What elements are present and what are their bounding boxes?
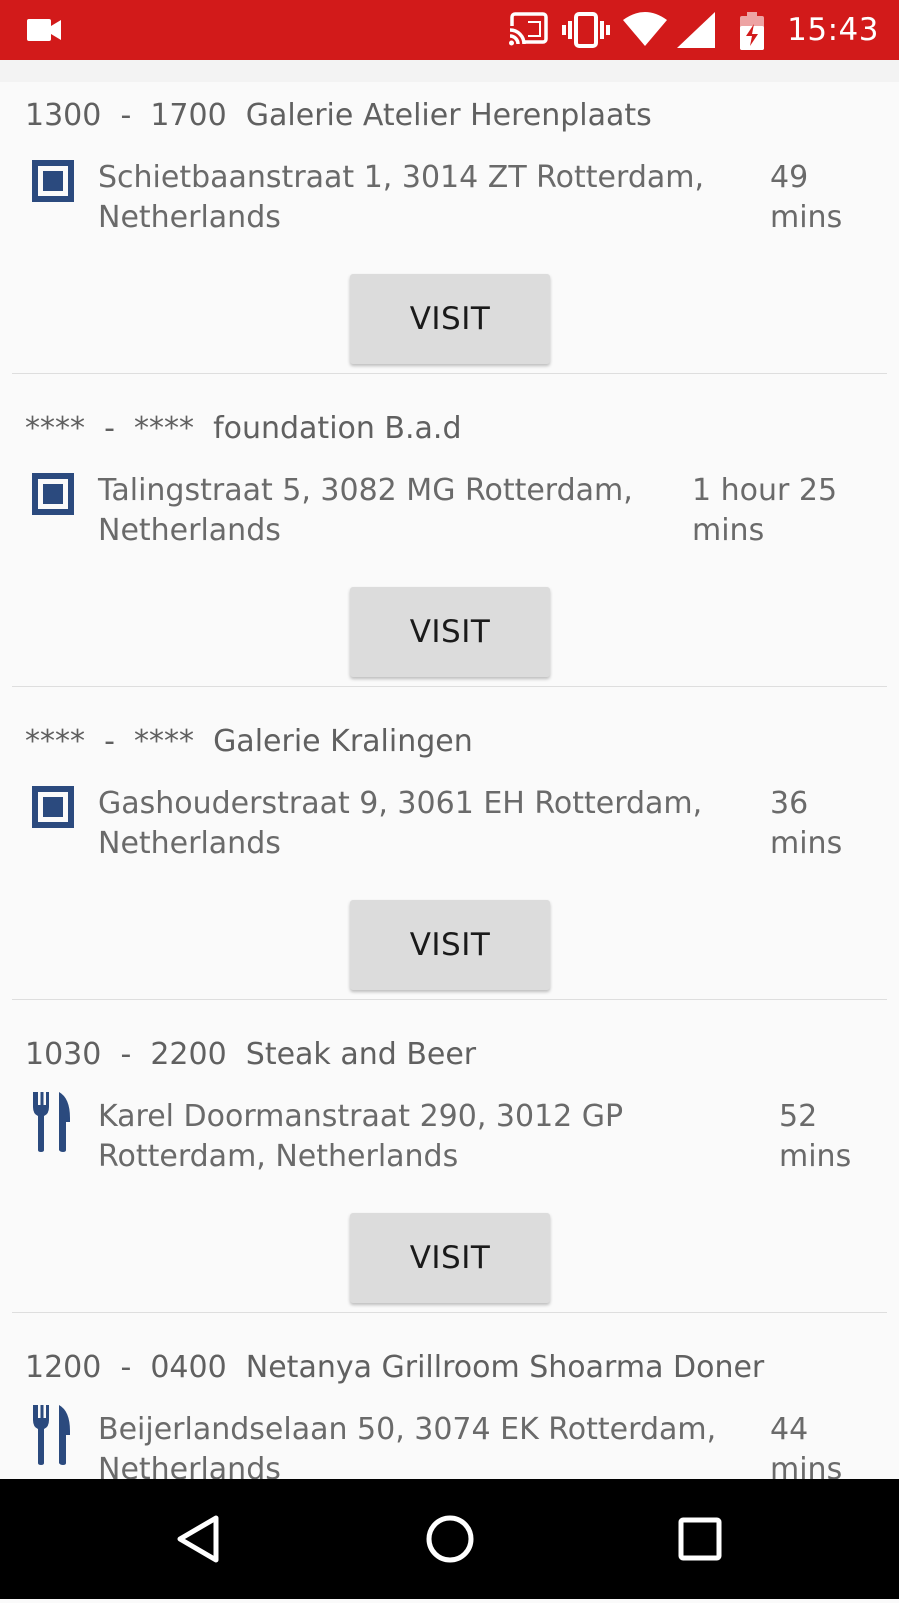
place-name: Galerie Kralingen: [213, 724, 473, 759]
clock: 15:43: [787, 12, 879, 48]
place-name: foundation B.a.d: [213, 411, 462, 446]
place-title-row: 1030 - 2200 Steak and Beer: [25, 1037, 476, 1072]
travel-duration: 49 mins: [770, 160, 843, 235]
vibrate-icon: [562, 12, 610, 48]
navigation-bar: [0, 1479, 899, 1599]
time-separator: -: [120, 98, 132, 133]
recents-button[interactable]: [640, 1479, 760, 1599]
cast-icon: [508, 12, 548, 46]
time-separator: -: [104, 411, 115, 446]
closing-time: ****: [133, 724, 194, 759]
visit-button[interactable]: VISIT: [350, 274, 550, 364]
place-card: 1200 - 0400 Netanya Grillroom Shoarma Do…: [12, 1312, 887, 1479]
home-button[interactable]: [390, 1479, 510, 1599]
gallery-icon: [32, 160, 74, 206]
place-card: **** - **** Galerie Kralingen Gashouderst…: [12, 686, 887, 1000]
restaurant-icon: [32, 1405, 72, 1469]
place-card: 1300 - 1700 Galerie Atelier Herenplaats S…: [12, 60, 887, 374]
cell-signal-icon: [677, 12, 715, 48]
opening-time: ****: [25, 411, 85, 446]
place-card: **** - **** foundation B.a.d Talingstraat…: [12, 373, 887, 687]
places-list[interactable]: 1300 - 1700 Galerie Atelier Herenplaats S…: [0, 60, 899, 1479]
place-name: Netanya Grillroom Shoarma Doner: [245, 1350, 765, 1385]
place-address: Gashouderstraat 9, 3061 EH Rotterdam, Ne…: [98, 786, 703, 861]
video-camera-icon: [27, 19, 61, 41]
time-separator: -: [104, 724, 115, 759]
travel-duration: 52 mins: [779, 1099, 852, 1174]
visit-button[interactable]: VISIT: [350, 900, 550, 990]
place-title-row: **** - **** Galerie Kralingen: [25, 724, 473, 759]
travel-duration: 36 mins: [770, 786, 843, 861]
back-icon: [177, 1515, 219, 1563]
closing-time: ****: [133, 411, 194, 446]
restaurant-icon: [32, 1092, 72, 1156]
place-address: Talingstraat 5, 3082 MG Rotterdam, Nethe…: [98, 473, 633, 548]
place-title-row: 1300 - 1700 Galerie Atelier Herenplaats: [25, 98, 652, 133]
time-separator: -: [120, 1037, 132, 1072]
place-name: Galerie Atelier Herenplaats: [245, 98, 652, 133]
gallery-icon: [32, 786, 74, 832]
status-bar: 15:43: [0, 0, 899, 60]
gallery-icon: [32, 473, 74, 519]
battery-charging-icon: [740, 12, 764, 50]
travel-duration: 44 mins: [770, 1412, 843, 1479]
closing-time: 2200: [150, 1037, 227, 1072]
travel-duration: 1 hour 25 mins: [692, 473, 838, 548]
place-card: 1030 - 2200 Steak and Beer Karel Doormans…: [12, 999, 887, 1313]
visit-button[interactable]: VISIT: [350, 1213, 550, 1303]
place-name: Steak and Beer: [245, 1037, 477, 1072]
place-title-row: **** - **** foundation B.a.d: [25, 411, 462, 446]
closing-time: 0400: [150, 1350, 227, 1385]
opening-time: 1200: [25, 1350, 102, 1385]
opening-time: 1300: [25, 98, 102, 133]
home-icon: [426, 1515, 474, 1563]
opening-time: ****: [25, 724, 85, 759]
place-address: Beijerlandselaan 50, 3074 EK Rotterdam, …: [98, 1412, 717, 1479]
wifi-icon: [623, 12, 667, 46]
place-address: Schietbaanstraat 1, 3014 ZT Rotterdam, N…: [98, 160, 705, 235]
back-button[interactable]: [140, 1479, 260, 1599]
place-address: Karel Doormanstraat 290, 3012 GP Rotterd…: [98, 1099, 624, 1174]
place-title-row: 1200 - 0400 Netanya Grillroom Shoarma Do…: [25, 1350, 764, 1385]
recents-icon: [678, 1517, 722, 1561]
time-separator: -: [120, 1350, 132, 1385]
opening-time: 1030: [25, 1037, 102, 1072]
visit-button[interactable]: VISIT: [350, 587, 550, 677]
closing-time: 1700: [150, 98, 227, 133]
